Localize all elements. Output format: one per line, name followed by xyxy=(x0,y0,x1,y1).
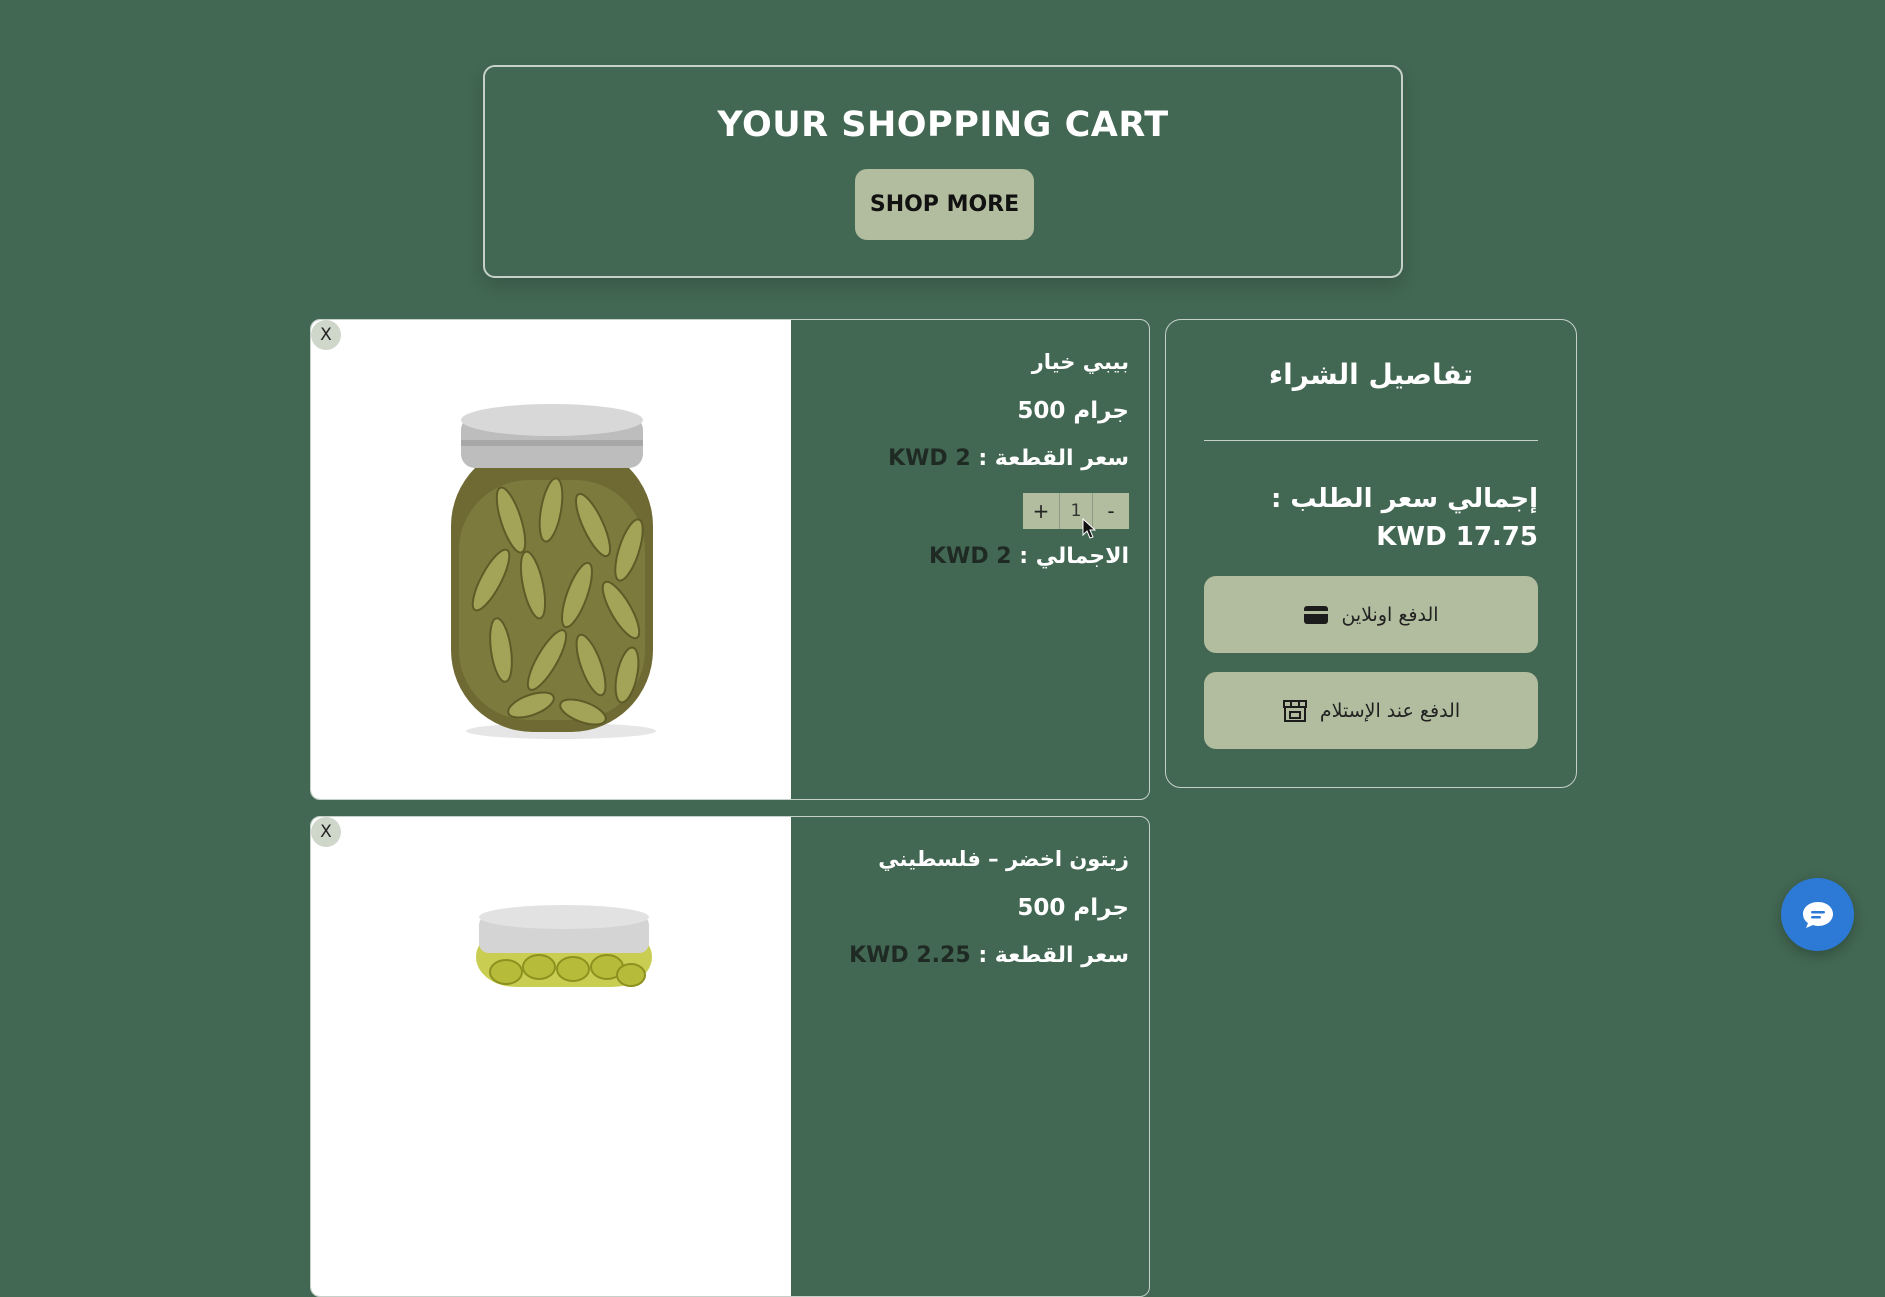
product-weight: جرام 500 xyxy=(1017,398,1129,424)
page-title: YOUR SHOPPING CART xyxy=(717,105,1169,145)
cart-item: X زيتون اخضر – فلسطيني جرام 500 سعر القط… xyxy=(310,816,1150,1297)
product-image xyxy=(311,320,791,799)
unit-price: سعر القطعة : 2.25 KWD xyxy=(849,943,1129,968)
increase-quantity-button[interactable]: + xyxy=(1023,493,1059,529)
pay-on-delivery-button[interactable]: الدفع عند الإستلام xyxy=(1204,672,1538,749)
unit-price-value: 2.25 KWD xyxy=(849,943,971,968)
product-name: زيتون اخضر – فلسطيني xyxy=(878,847,1129,871)
decrease-quantity-button[interactable]: - xyxy=(1093,493,1129,529)
remove-item-button[interactable]: X xyxy=(311,320,341,350)
pay-on-delivery-label: الدفع عند الإستلام xyxy=(1319,699,1461,722)
mouse-cursor-icon xyxy=(1082,518,1097,539)
remove-item-button[interactable]: X xyxy=(311,817,341,847)
item-total-value: 2 KWD xyxy=(929,544,1012,569)
pay-online-button[interactable]: الدفع اونلاين xyxy=(1204,576,1538,653)
store-icon xyxy=(1282,699,1307,722)
chat-icon xyxy=(1802,901,1833,928)
unit-price-label: سعر القطعة : xyxy=(978,943,1129,968)
order-total: إجمالي سعر الطلب : 17.75 KWD xyxy=(1270,484,1538,552)
cart-item: X بيبي خيار جرام 500 سعر القطعة : 2 KWD … xyxy=(310,319,1150,800)
summary-divider xyxy=(1204,440,1538,441)
item-total-label: الاجمالي : xyxy=(1019,544,1129,569)
unit-price: سعر القطعة : 2 KWD xyxy=(888,446,1129,471)
order-summary: تفاصيل الشراء إجمالي سعر الطلب : 17.75 K… xyxy=(1165,319,1577,788)
pickle-jar-image xyxy=(451,404,656,739)
product-name: بيبي خيار xyxy=(1031,350,1129,374)
credit-card-icon xyxy=(1304,605,1329,624)
product-image xyxy=(311,817,791,1296)
unit-price-value: 2 KWD xyxy=(888,446,971,471)
summary-title: تفاصيل الشراء xyxy=(1268,358,1474,391)
quantity-stepper: + 1 - xyxy=(1023,493,1129,529)
cart-header: YOUR SHOPPING CART SHOP MORE xyxy=(483,65,1403,278)
shop-more-button[interactable]: SHOP MORE xyxy=(855,169,1034,240)
item-total: الاجمالي : 2 KWD xyxy=(929,544,1129,569)
product-weight: جرام 500 xyxy=(1017,895,1129,921)
pay-online-label: الدفع اونلاين xyxy=(1341,603,1439,626)
unit-price-label: سعر القطعة : xyxy=(978,446,1129,471)
chat-button[interactable] xyxy=(1781,878,1854,951)
olive-jar-image xyxy=(476,905,652,987)
